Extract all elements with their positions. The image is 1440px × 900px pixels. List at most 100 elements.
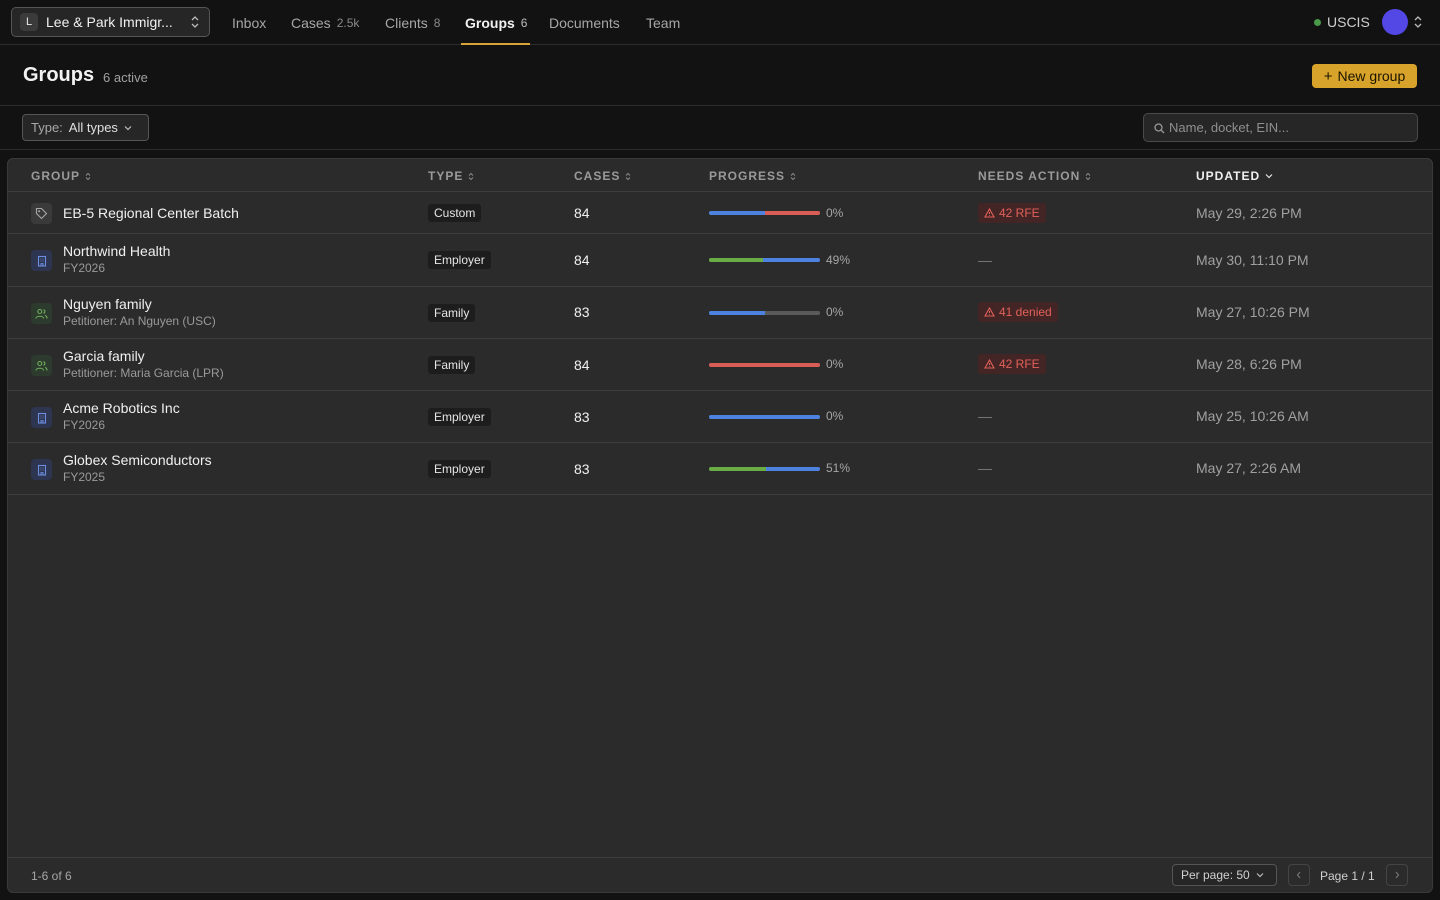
needs-action-badge[interactable]: 42 RFE xyxy=(978,203,1046,223)
uscis-status[interactable]: USCIS xyxy=(1314,12,1370,32)
nav-documents[interactable]: Documents xyxy=(549,0,620,45)
nav-groups[interactable]: Groups 6 xyxy=(465,0,527,45)
progress-bar xyxy=(709,415,820,419)
progress-bar xyxy=(709,311,820,315)
column-header-updated[interactable]: UPDATED xyxy=(1196,169,1273,183)
warning-icon xyxy=(984,359,995,369)
sort-icon xyxy=(468,172,474,180)
updated-time: May 30, 11:10 PM xyxy=(1196,252,1309,268)
progress-percent: 0% xyxy=(826,305,844,319)
group-name[interactable]: Garcia family xyxy=(63,348,145,364)
group-name[interactable]: Globex Semiconductors xyxy=(63,452,212,468)
table-row[interactable]: Globex Semiconductors FY2025 Employer 83… xyxy=(8,443,1432,495)
sort-icon xyxy=(85,172,91,180)
table-row[interactable]: Nguyen family Petitioner: An Nguyen (USC… xyxy=(8,287,1432,339)
table-row[interactable]: EB-5 Regional Center Batch Custom 84 0% … xyxy=(8,192,1432,234)
group-name[interactable]: Acme Robotics Inc xyxy=(63,400,180,416)
needs-action-text: 42 RFE xyxy=(999,206,1040,220)
status-dot xyxy=(1314,18,1321,26)
sort-icon xyxy=(790,172,796,180)
building-icon xyxy=(31,250,52,271)
updated-time: May 25, 10:26 AM xyxy=(1196,408,1309,424)
progress-bar xyxy=(709,211,820,215)
nav-team[interactable]: Team xyxy=(646,0,680,45)
column-label: UPDATED xyxy=(1196,169,1261,183)
column-label: GROUP xyxy=(31,169,81,183)
type-chip: Custom xyxy=(428,204,482,222)
column-header-type[interactable]: TYPE xyxy=(428,169,474,183)
chevron-right-icon xyxy=(1395,871,1400,879)
type-filter-dropdown[interactable]: Type: All types xyxy=(22,114,149,141)
column-header-progress[interactable]: PROGRESS xyxy=(709,169,796,183)
per-page-label: Per page: 50 xyxy=(1181,868,1250,882)
needs-action-empty: — xyxy=(978,408,992,424)
table-row[interactable]: Garcia family Petitioner: Maria Garcia (… xyxy=(8,339,1432,391)
nav-inbox[interactable]: Inbox xyxy=(232,0,266,45)
column-header-group[interactable]: GROUP xyxy=(31,169,91,183)
chevron-left-icon xyxy=(1296,871,1301,879)
updated-time: May 27, 10:26 PM xyxy=(1196,304,1310,320)
updated-time: May 27, 2:26 AM xyxy=(1196,460,1302,476)
group-subtitle: FY2026 xyxy=(63,418,106,432)
progress-segment xyxy=(709,311,765,315)
next-page-button[interactable] xyxy=(1386,864,1408,886)
needs-action-empty: — xyxy=(978,252,992,268)
type-filter-label: Type: xyxy=(31,120,63,135)
column-label: TYPE xyxy=(428,169,464,183)
group-subtitle: Petitioner: An Nguyen (USC) xyxy=(63,314,216,328)
nav-label: Documents xyxy=(549,14,620,31)
type-chip: Family xyxy=(428,356,476,374)
building-icon xyxy=(31,459,52,480)
nav-cases[interactable]: Cases 2.5k xyxy=(291,0,359,45)
groups-table: GROUP TYPE CASES PROGRESS NEEDS ACTION U… xyxy=(7,158,1433,893)
column-header-cases[interactable]: CASES xyxy=(574,169,631,183)
group-name[interactable]: EB-5 Regional Center Batch xyxy=(63,205,239,221)
sort-icon xyxy=(625,172,631,180)
page-subtitle: 6 active xyxy=(103,70,148,85)
progress-bar xyxy=(709,258,820,262)
search-icon xyxy=(1154,123,1165,134)
page-title: Groups xyxy=(23,64,95,86)
needs-action-text: 42 RFE xyxy=(999,357,1040,371)
group-subtitle: FY2026 xyxy=(63,261,106,275)
table-row[interactable]: Acme Robotics Inc FY2026 Employer 83 0% … xyxy=(8,391,1432,443)
progress-bar xyxy=(709,467,820,471)
progress-percent: 0% xyxy=(826,409,844,423)
page-indicator: Page 1 / 1 xyxy=(1320,869,1375,883)
progress-segment xyxy=(764,211,820,215)
per-page-select[interactable]: Per page: 50 xyxy=(1172,864,1277,886)
case-count: 84 xyxy=(574,205,590,221)
search-input[interactable] xyxy=(1169,114,1409,141)
column-label: PROGRESS xyxy=(709,169,786,183)
progress-percent: 0% xyxy=(826,206,844,220)
row-range: 1-6 of 6 xyxy=(31,869,72,883)
type-chip: Employer xyxy=(428,460,491,478)
nav-count: 6 xyxy=(520,15,528,30)
sort-icon xyxy=(1085,172,1091,180)
avatar[interactable] xyxy=(1382,9,1408,35)
type-chip: Employer xyxy=(428,408,491,426)
needs-action-badge[interactable]: 42 RFE xyxy=(978,354,1046,374)
progress-segment xyxy=(709,258,764,262)
nav-clients[interactable]: Clients 8 xyxy=(385,0,440,45)
type-filter-value: All types xyxy=(68,120,118,135)
nav-count: 2.5k xyxy=(336,15,360,30)
new-group-label: New group xyxy=(1337,68,1406,84)
nav-count: 8 xyxy=(433,15,441,30)
workspace-switcher[interactable]: L Lee & Park Immigr... xyxy=(11,7,210,37)
chevron-up-down-icon[interactable] xyxy=(1413,15,1423,29)
prev-page-button[interactable] xyxy=(1288,864,1310,886)
group-name[interactable]: Nguyen family xyxy=(63,296,152,312)
table-row[interactable]: Northwind Health FY2026 Employer 84 49% … xyxy=(8,234,1432,287)
new-group-button[interactable]: + New group xyxy=(1312,64,1417,88)
progress-segment xyxy=(765,467,820,471)
needs-action-badge[interactable]: 41 denied xyxy=(978,302,1058,322)
warning-icon xyxy=(984,208,995,218)
column-label: CASES xyxy=(574,169,621,183)
column-header-needs-action[interactable]: NEEDS ACTION xyxy=(978,169,1091,183)
needs-action-text: 41 denied xyxy=(999,305,1052,319)
progress-segment xyxy=(709,363,820,367)
column-label: NEEDS ACTION xyxy=(978,169,1081,183)
group-name[interactable]: Northwind Health xyxy=(63,243,170,259)
group-subtitle: FY2025 xyxy=(63,470,106,484)
